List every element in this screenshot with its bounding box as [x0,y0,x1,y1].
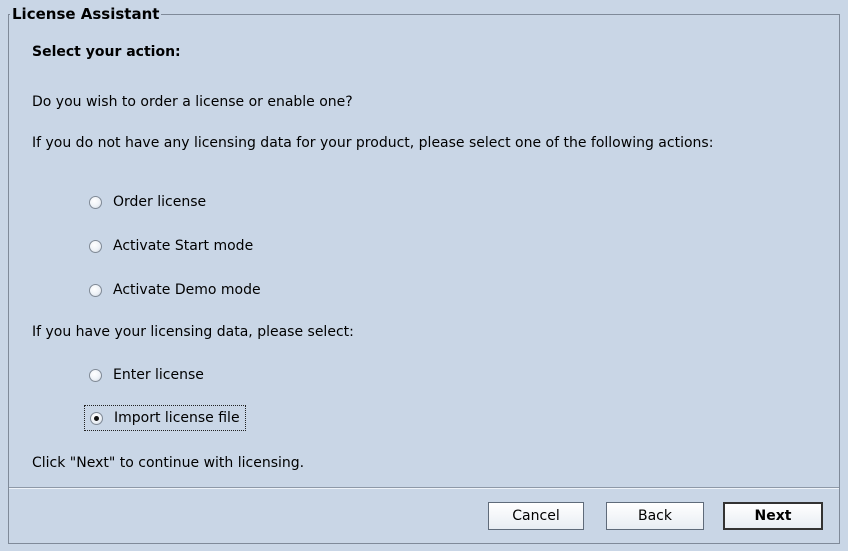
cancel-button[interactable]: Cancel [488,502,584,530]
group-title: License Assistant [10,3,162,25]
radio-label: Enter license [113,367,204,383]
no-data-prompt: If you do not have any licensing data fo… [32,135,714,151]
footer-hint: Click "Next" to continue with licensing. [32,455,305,471]
radio-label: Activate Demo mode [113,282,261,298]
radio-button-checked-icon[interactable] [90,411,103,425]
radio-activate-demo-mode[interactable]: Activate Demo mode [84,277,266,303]
radio-label: Activate Start mode [113,238,254,254]
button-divider [9,487,839,489]
radio-label: Import license file [114,410,240,426]
radio-button-icon[interactable] [89,195,102,209]
page-heading: Select your action: [32,44,181,60]
back-button[interactable]: Back [606,502,704,530]
radio-import-license-file[interactable]: Import license file [84,405,246,431]
have-data-prompt: If you have your licensing data, please … [32,324,354,340]
radio-activate-start-mode[interactable]: Activate Start mode [84,233,258,259]
radio-label: Order license [113,194,207,210]
question-text: Do you wish to order a license or enable… [32,94,353,110]
next-button[interactable]: Next [723,502,823,530]
radio-order-license[interactable]: Order license [84,189,211,215]
radio-enter-license[interactable]: Enter license [84,362,209,388]
radio-button-icon[interactable] [89,368,102,382]
radio-button-icon[interactable] [89,283,102,297]
radio-button-icon[interactable] [89,239,102,253]
license-assistant-window: License Assistant Select your action: Do… [0,0,848,551]
